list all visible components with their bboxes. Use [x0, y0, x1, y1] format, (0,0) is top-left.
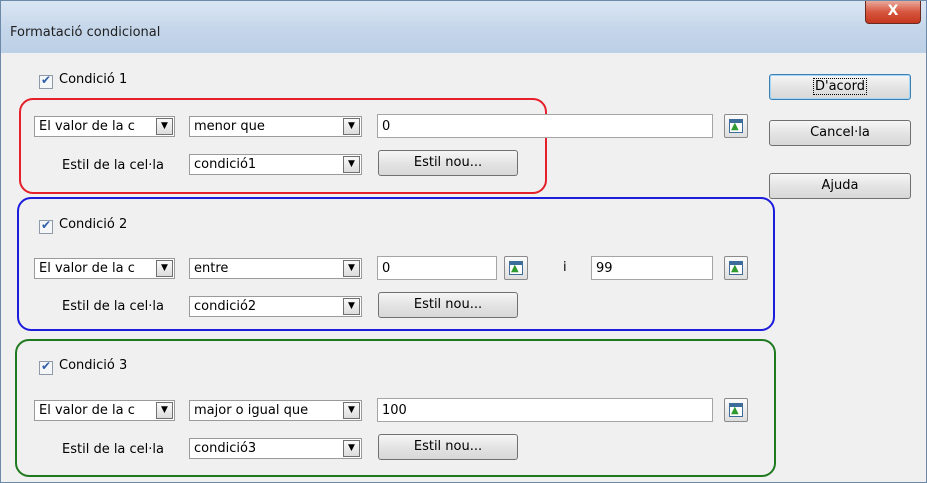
- condition-1-style-select[interactable]: condició1 ▼: [189, 154, 362, 175]
- condition-2-type-select[interactable]: El valor de la c ▼: [34, 258, 175, 279]
- condition-3-type-select[interactable]: El valor de la c ▼: [34, 400, 175, 421]
- shrink-icon: ▲: [729, 119, 743, 133]
- check-icon: ✔: [41, 73, 52, 87]
- chevron-down-icon[interactable]: ▼: [156, 260, 173, 277]
- condition-1-highlight: [19, 98, 547, 194]
- condition-3-value-input[interactable]: 100: [377, 398, 713, 422]
- dialog-body: ✔ Condició 1 El valor de la c ▼ menor que…: [9, 54, 919, 480]
- condition-1-type-value: El valor de la c: [39, 119, 135, 134]
- close-button[interactable]: X: [865, 1, 921, 24]
- shrink-icon: ▲: [729, 403, 743, 417]
- condition-3-value-text: 100: [382, 403, 407, 418]
- condition-2-style-value: condició2: [194, 299, 257, 314]
- between-and-label: i: [563, 260, 567, 275]
- dialog-title: Formatació condicional: [10, 25, 161, 40]
- condition-1-style-label: Estil de la cel·la: [62, 158, 165, 173]
- condition-1-style-value: condició1: [194, 157, 257, 172]
- condition-2-new-style-button[interactable]: Estil nou...: [378, 292, 518, 318]
- condition-1-label: Condició 1: [59, 72, 128, 87]
- condition-1-type-select[interactable]: El valor de la c ▼: [34, 116, 175, 137]
- condition-2-type-value: El valor de la c: [39, 261, 135, 276]
- chevron-down-icon[interactable]: ▼: [343, 156, 360, 173]
- chevron-down-icon[interactable]: ▼: [343, 402, 360, 419]
- condition-2-style-select[interactable]: condició2 ▼: [189, 296, 362, 317]
- condition-1-value-text: 0: [382, 119, 391, 134]
- condition-3-style-value: condició3: [194, 441, 257, 456]
- condition-1-new-style-button[interactable]: Estil nou...: [378, 150, 518, 176]
- ok-button[interactable]: D'acord: [769, 74, 911, 100]
- chevron-down-icon[interactable]: ▼: [343, 118, 360, 135]
- condition-3-type-value: El valor de la c: [39, 403, 135, 418]
- condition-2-value-max-input[interactable]: 99: [591, 256, 713, 280]
- chevron-down-icon[interactable]: ▼: [343, 440, 360, 457]
- condition-3-operator-value: major o igual que: [194, 403, 309, 418]
- condition-3-style-label: Estil de la cel·la: [62, 442, 165, 457]
- condition-2-value-min-input[interactable]: 0: [377, 256, 497, 280]
- condition-2-max-cell-picker-button[interactable]: ▲: [724, 256, 748, 280]
- ok-button-label: D'acord: [812, 78, 868, 95]
- condition-2-operator-value: entre: [194, 261, 229, 276]
- cancel-button[interactable]: Cancel·la: [769, 120, 911, 146]
- condition-1-checkbox[interactable]: ✔: [39, 73, 53, 89]
- conditional-format-dialog: Formatació condicional X ✔ Condició 1 El…: [0, 0, 927, 483]
- condition-2-value-min-text: 0: [382, 261, 391, 276]
- condition-3-style-select[interactable]: condició3 ▼: [189, 438, 362, 459]
- chevron-down-icon[interactable]: ▼: [156, 402, 173, 419]
- chevron-down-icon[interactable]: ▼: [343, 260, 360, 277]
- condition-1-cell-picker-button[interactable]: ▲: [724, 114, 748, 138]
- condition-1-value-input[interactable]: 0: [377, 114, 713, 138]
- condition-3-operator-select[interactable]: major o igual que ▼: [189, 400, 362, 421]
- condition-2-style-label: Estil de la cel·la: [62, 299, 165, 314]
- condition-1-operator-value: menor que: [194, 119, 265, 134]
- chevron-down-icon[interactable]: ▼: [343, 298, 360, 315]
- condition-3-cell-picker-button[interactable]: ▲: [724, 398, 748, 422]
- title-bar: Formatació condicional X: [1, 1, 926, 53]
- help-button[interactable]: Ajuda: [769, 173, 911, 199]
- condition-2-value-max-text: 99: [596, 261, 613, 276]
- chevron-down-icon[interactable]: ▼: [156, 118, 173, 135]
- shrink-icon: ▲: [729, 261, 743, 275]
- condition-3-new-style-button[interactable]: Estil nou...: [378, 434, 518, 460]
- condition-2-min-cell-picker-button[interactable]: ▲: [504, 256, 528, 280]
- condition-2-operator-select[interactable]: entre ▼: [189, 258, 362, 279]
- shrink-icon: ▲: [509, 261, 523, 275]
- condition-1-operator-select[interactable]: menor que ▼: [189, 116, 362, 137]
